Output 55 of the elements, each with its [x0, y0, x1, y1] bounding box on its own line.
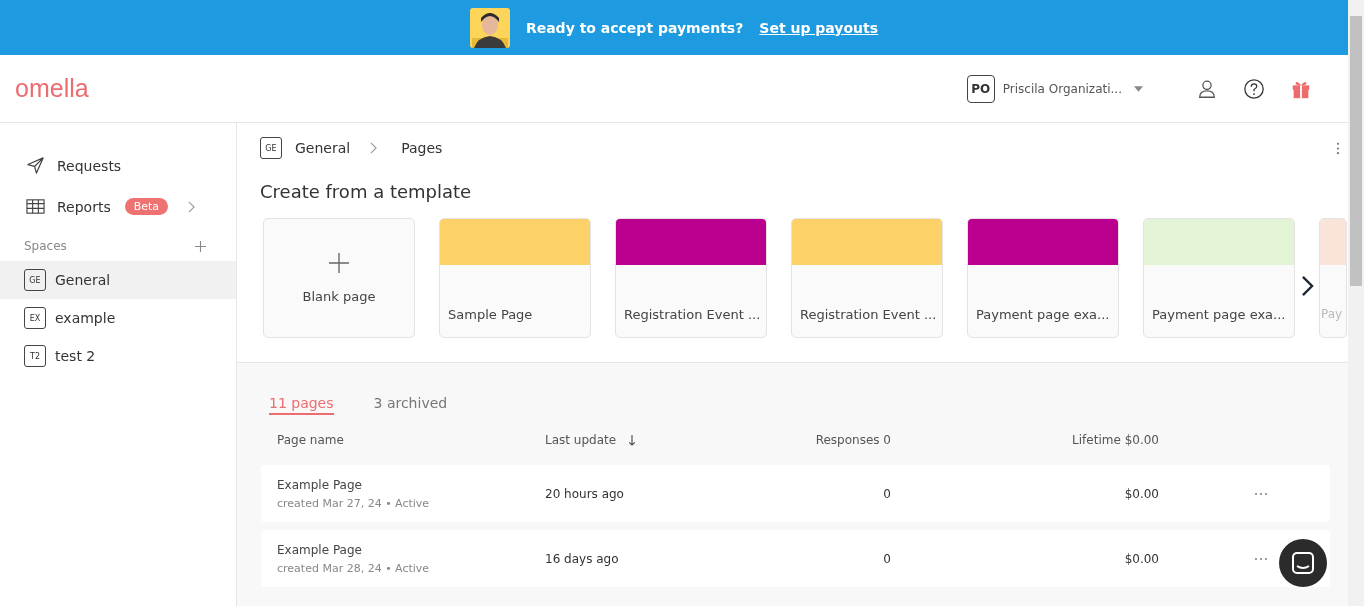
space-initials: T2 — [24, 345, 46, 367]
table-cell-text: 0 — [882, 551, 891, 566]
column-header[interactable]: Responses 0 — [745, 433, 891, 447]
more-icon[interactable] — [1253, 491, 1268, 496]
page-row[interactable]: Example Page created Mar 28, 24 • Active 16 days ago 0 $0.00 — [261, 530, 1330, 587]
space-initials: GE — [24, 269, 46, 291]
send-icon — [26, 156, 45, 175]
space-item[interactable]: GE General — [0, 261, 236, 299]
chevron-right-icon[interactable] — [188, 200, 196, 213]
template-card[interactable]: Sample Page — [439, 218, 591, 338]
space-item[interactable]: EX example — [0, 299, 236, 337]
add-icon[interactable] — [195, 240, 206, 252]
help-icon[interactable] — [1243, 77, 1265, 100]
column-header[interactable]: Lifetime $0.00 — [891, 433, 1159, 447]
table-cell-text: 20 hours ago — [545, 486, 625, 501]
blank-page-card[interactable]: Blank page — [263, 218, 415, 338]
template-card[interactable]: Payment page exa... — [1143, 218, 1295, 338]
column-header[interactable]: Last update — [545, 433, 617, 447]
logo: omella — [15, 74, 89, 103]
space-initials: GE — [260, 137, 282, 159]
section-title: Create from a template — [259, 180, 473, 202]
table-cell-text: 0 — [882, 486, 891, 501]
table-cell-text: $0.00 — [1123, 551, 1159, 566]
chat-button[interactable] — [1279, 539, 1327, 587]
caret-icon[interactable] — [1134, 85, 1143, 92]
banner-message: Ready to accept payments? — [525, 19, 744, 36]
chevron-right-icon — [370, 142, 378, 154]
breadcrumb-current: Pages — [401, 140, 443, 156]
table-cell-text: 16 days ago — [545, 551, 620, 566]
template-card[interactable]: Registration Event ... — [791, 218, 943, 338]
org-name[interactable]: Priscila Organizati... — [1002, 81, 1122, 96]
more-icon[interactable] — [1336, 141, 1340, 155]
tab[interactable]: 3 archived — [373, 395, 448, 415]
column-header[interactable]: Page name — [261, 433, 545, 447]
page-meta: created Mar 28, 24 • Active — [277, 561, 431, 575]
sidebar-item[interactable]: Requests — [0, 145, 236, 186]
breadcrumb-link[interactable]: General — [295, 140, 351, 156]
space-initials: EX — [24, 307, 46, 329]
beta-badge: Beta — [124, 198, 169, 215]
page-meta: created Mar 27, 24 • Active — [277, 496, 431, 510]
plus-icon — [329, 252, 349, 273]
page-name: Example Page — [277, 477, 363, 492]
more-icon[interactable] — [1253, 556, 1268, 561]
template-card[interactable]: Registration Event ... — [615, 218, 767, 338]
sidebar-item[interactable]: Reports Beta — [0, 186, 236, 227]
page-name: Example Page — [277, 542, 363, 557]
page-row[interactable]: Example Page created Mar 27, 24 • Active 20 hours ago 0 $0.00 — [261, 465, 1330, 522]
sort-down-icon[interactable] — [628, 434, 637, 446]
table-cell-text: $0.00 — [1123, 486, 1159, 501]
scrollbar[interactable] — [1348, 0, 1364, 606]
space-item[interactable]: T2 test 2 — [0, 337, 236, 375]
spaces-heading: Spaces — [24, 239, 67, 253]
template-card[interactable]: Payment page exa... — [967, 218, 1119, 338]
org-initials: PO — [966, 74, 995, 103]
table-icon — [26, 197, 45, 216]
